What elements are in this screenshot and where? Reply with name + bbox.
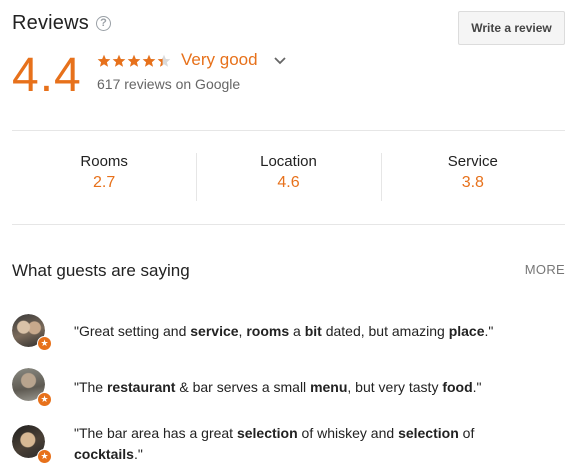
category-name: Location (260, 153, 317, 170)
overall-rating: 4.4 (12, 49, 82, 102)
help-icon[interactable]: ? (96, 16, 111, 31)
snippet-keyword: rooms (246, 323, 290, 339)
reviews-header: Reviews ? Write a review 4.4 Very good 6… (12, 10, 565, 106)
category-score: 2.7 (93, 174, 116, 191)
snippet-keyword: place (448, 323, 485, 339)
chevron-down-icon[interactable] (273, 56, 287, 66)
review-snippet[interactable]: ★ "The restaurant & bar serves a small m… (12, 366, 565, 407)
snippet-fragment: "The bar area has a great (74, 425, 237, 441)
category-rooms[interactable]: Rooms 2.7 (12, 147, 196, 209)
snippet-fragment: & bar serves a small (175, 379, 311, 395)
snippet-keyword: cocktails (74, 446, 134, 462)
snippet-fragment: , but very tasty (347, 379, 443, 395)
star-icon (97, 54, 111, 67)
snippet-fragment: a (289, 323, 305, 339)
divider (12, 130, 565, 131)
rating-label[interactable]: Very good (181, 50, 258, 70)
snippet-fragment: dated, but amazing (321, 323, 449, 339)
snippet-fragment: ." (472, 379, 482, 395)
category-name: Rooms (80, 153, 128, 170)
review-snippet[interactable]: ★ "The bar area has a great selection of… (12, 423, 565, 471)
category-scores: Rooms 2.7 Location 4.6 Service 3.8 (12, 147, 565, 209)
star-icon (127, 54, 141, 67)
snippet-fragment: of (458, 425, 475, 441)
snippet-keyword: bit (304, 323, 322, 339)
snippet-keyword: restaurant (106, 379, 176, 395)
star-rating (97, 54, 171, 68)
reviews-title: Reviews (12, 12, 89, 34)
snippet-text: "The bar area has a great selection of w… (74, 423, 544, 465)
category-name: Service (447, 153, 498, 170)
category-score: 4.6 (277, 174, 300, 191)
local-guide-star-icon: ★ (37, 449, 52, 464)
review-count[interactable]: 617 reviews on Google (97, 76, 240, 92)
snippet-fragment: ." (484, 323, 494, 339)
category-service[interactable]: Service 3.8 (380, 147, 565, 209)
local-guide-star-icon: ★ (37, 392, 52, 407)
snippet-fragment: "Great setting and (74, 323, 191, 339)
snippet-text: "The restaurant & bar serves a small men… (74, 377, 544, 398)
star-icon (112, 54, 126, 67)
write-review-button[interactable]: Write a review (458, 11, 565, 45)
snippet-fragment: ." (133, 446, 143, 462)
star-icon (142, 54, 156, 67)
snippet-keyword: menu (310, 379, 348, 395)
category-score: 3.8 (461, 174, 484, 191)
local-guide-star-icon: ★ (37, 336, 52, 351)
divider (12, 224, 565, 225)
category-location[interactable]: Location 4.6 (196, 147, 380, 209)
snippet-keyword: food (442, 379, 473, 395)
snippet-fragment: "The (74, 379, 107, 395)
star-icon (157, 54, 171, 67)
section-title: What guests are saying (12, 261, 190, 280)
more-link[interactable]: MORE (525, 262, 565, 277)
snippet-keyword: service (190, 323, 239, 339)
snippet-keyword: selection (236, 425, 298, 441)
snippet-keyword: selection (398, 425, 459, 441)
snippet-fragment: of whiskey and (297, 425, 399, 441)
review-snippet[interactable]: ★ "Great setting and service, rooms a bi… (12, 312, 565, 352)
snippet-text: "Great setting and service, rooms a bit … (74, 321, 544, 342)
